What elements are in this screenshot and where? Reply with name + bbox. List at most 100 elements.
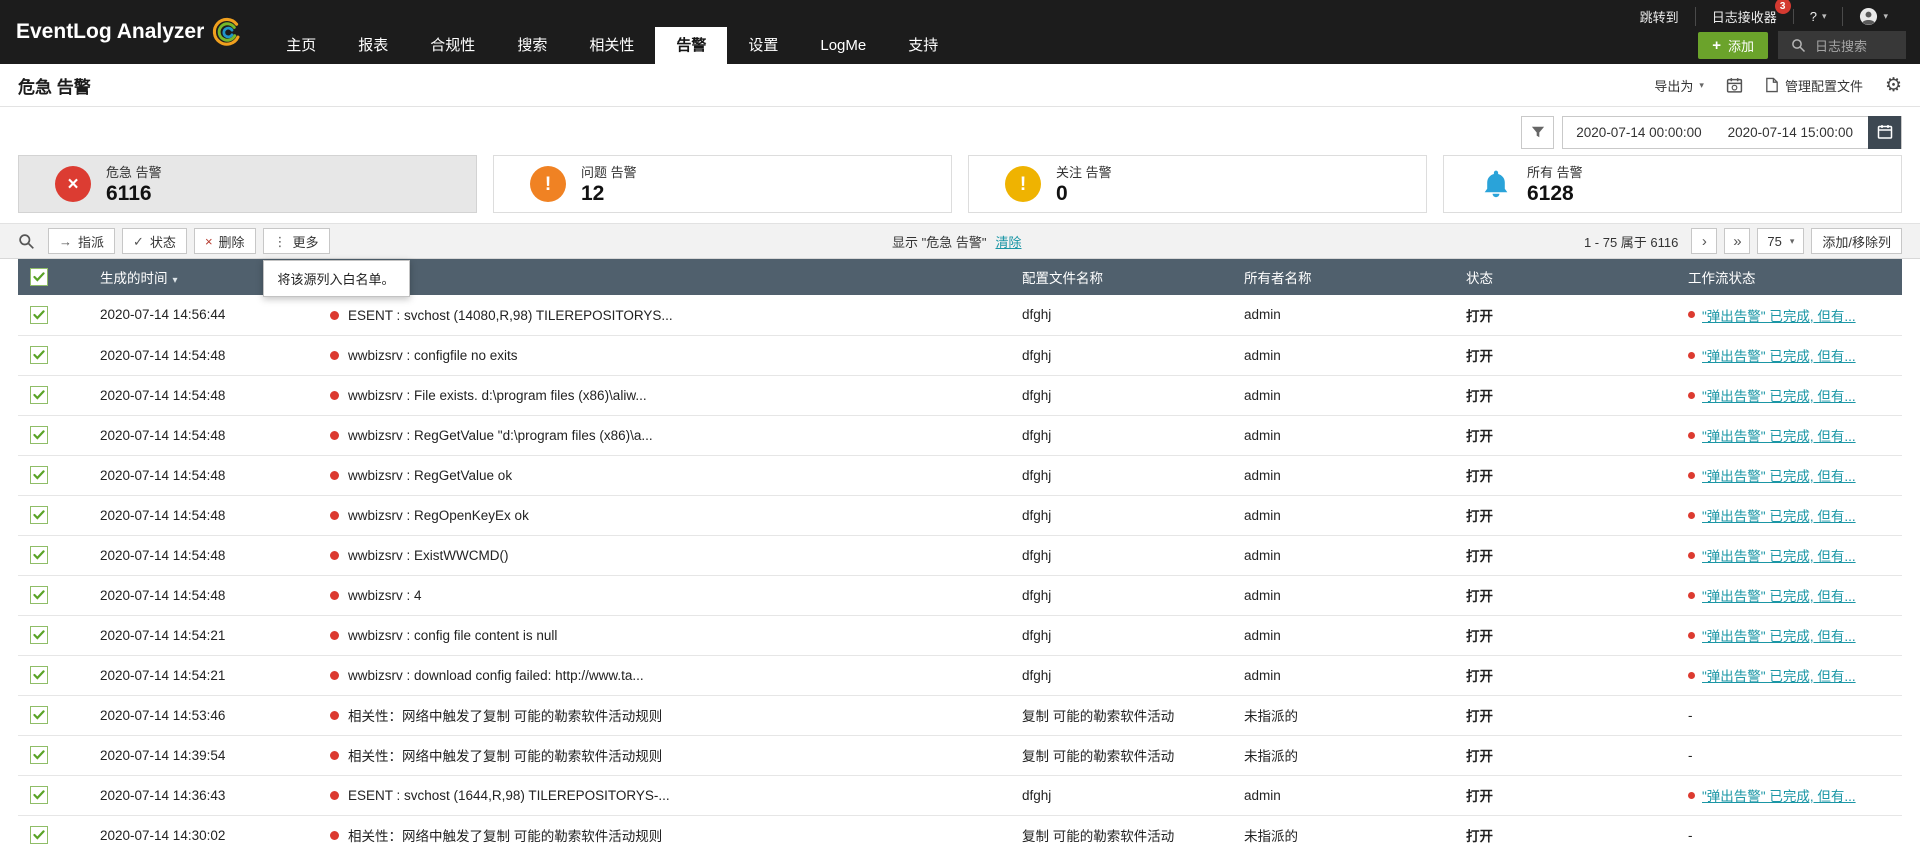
row-checkbox[interactable] [30,746,48,764]
row-checkbox[interactable] [30,346,48,364]
workflow-link[interactable]: "弹出告警" 已完成, 但有... [1702,469,1856,484]
check-icon [33,710,45,720]
workflow-link[interactable]: "弹出告警" 已完成, 但有... [1702,669,1856,684]
date-to-value[interactable]: 2020-07-14 15:00:00 [1715,125,1866,140]
table-row[interactable]: 2020-07-14 14:54:48 wwbizsrv : 4 dfghj a… [18,575,1902,615]
card-label: 关注 告警 [1056,162,1112,181]
card-label: 所有 告警 [1527,162,1583,181]
nav-tab-settings[interactable]: 设置 [727,27,799,64]
table-search-button[interactable] [18,233,35,250]
person-icon [1859,7,1878,26]
table-row[interactable]: 2020-07-14 14:56:44 ESENT : svchost (140… [18,295,1902,335]
table-row[interactable]: 2020-07-14 14:54:48 wwbizsrv : RegGetVal… [18,455,1902,495]
workflow-link[interactable]: "弹出告警" 已完成, 但有... [1702,349,1856,364]
nav-tab-search[interactable]: 搜索 [496,27,568,64]
row-owner: admin [1236,775,1458,815]
alerts-toolbar: → 指派 ✓ 状态 × 删除 ⋮ 更多 将该源列入白名单。 显示 "危急 告警"… [0,223,1920,259]
row-checkbox[interactable] [30,786,48,804]
table-row[interactable]: 2020-07-14 14:36:43 ESENT : svchost (164… [18,775,1902,815]
table-row[interactable]: 2020-07-14 14:54:21 wwbizsrv : download … [18,655,1902,695]
whitelist-source-menu-item[interactable]: 将该源列入白名单。 [264,261,409,296]
row-time: 2020-07-14 14:54:21 [92,615,322,655]
help-menu[interactable]: ?▾ [1793,9,1843,24]
table-row[interactable]: 2020-07-14 14:30:02 相关性：网络中触发了复制 可能的勒索软件… [18,815,1902,854]
log-search-box[interactable]: 日志搜索 [1778,31,1906,59]
workflow-link[interactable]: "弹出告警" 已完成, 但有... [1702,629,1856,644]
row-owner: admin [1236,655,1458,695]
next-page-button[interactable]: › [1691,228,1717,254]
document-icon [1765,77,1779,93]
more-button[interactable]: ⋮ 更多 [263,228,330,254]
date-range-picker: 2020-07-14 00:00:00 2020-07-14 15:00:00 [1562,116,1902,149]
assign-button[interactable]: → 指派 [48,228,115,254]
row-message: ESENT : svchost (1644,R,98) TILEREPOSITO… [348,788,670,803]
table-row[interactable]: 2020-07-14 14:54:48 wwbizsrv : RegGetVal… [18,415,1902,455]
nav-tab-logme[interactable]: LogMe [799,27,887,64]
last-page-button[interactable]: » [1724,228,1750,254]
jump-to-link[interactable]: 跳转到 [1624,7,1695,26]
date-from-value[interactable]: 2020-07-14 00:00:00 [1563,125,1714,140]
log-receiver-link[interactable]: 日志接收器 3 [1695,7,1793,26]
card-attention-alerts[interactable]: ! 关注 告警 0 [968,155,1427,213]
clear-filter-link[interactable]: 清除 [995,232,1021,251]
page-settings-button[interactable]: ⚙ [1885,76,1902,95]
main-nav: 主页报表合规性搜索相关性告警设置LogMe支持 [265,27,959,64]
add-remove-columns-button[interactable]: 添加/移除列 [1811,228,1902,254]
table-row[interactable]: 2020-07-14 14:54:48 wwbizsrv : configfil… [18,335,1902,375]
row-checkbox[interactable] [30,586,48,604]
nav-tab-compliance[interactable]: 合规性 [409,27,496,64]
workflow-link[interactable]: "弹出告警" 已完成, 但有... [1702,589,1856,604]
status-button[interactable]: ✓ 状态 [122,228,187,254]
workflow-link[interactable]: "弹出告警" 已完成, 但有... [1702,389,1856,404]
workflow-link[interactable]: "弹出告警" 已完成, 但有... [1702,429,1856,444]
card-trouble-alerts[interactable]: ! 问题 告警 12 [493,155,952,213]
workflow-link[interactable]: "弹出告警" 已完成, 但有... [1702,549,1856,564]
nav-tab-home[interactable]: 主页 [265,27,337,64]
table-row[interactable]: 2020-07-14 14:54:48 wwbizsrv : RegOpenKe… [18,495,1902,535]
nav-tab-alerts[interactable]: 告警 [655,27,727,64]
topbar: EventLog Analyzer 跳转到 日志接收器 3 ?▾ ▾ [0,0,1920,64]
row-checkbox[interactable] [30,306,48,324]
workflow-link[interactable]: "弹出告警" 已完成, 但有... [1702,789,1856,804]
row-checkbox[interactable] [30,386,48,404]
select-all-checkbox[interactable] [30,268,48,286]
manage-profiles-button[interactable]: 管理配置文件 [1765,76,1863,95]
row-checkbox[interactable] [30,826,48,844]
workflow-cell: "弹出告警" 已完成, 但有... [1680,615,1902,655]
card-critical-alerts[interactable]: × 危急 告警 6116 [18,155,477,213]
row-checkbox[interactable] [30,666,48,684]
nav-tab-correlation[interactable]: 相关性 [568,27,655,64]
nav-tab-reports[interactable]: 报表 [337,27,409,64]
severity-dot-icon [330,431,339,440]
schedule-report-button[interactable] [1726,77,1743,94]
row-checkbox[interactable] [30,626,48,644]
table-row[interactable]: 2020-07-14 14:53:46 相关性：网络中触发了复制 可能的勒索软件… [18,695,1902,735]
card-all-alerts[interactable]: 所有 告警 6128 [1443,155,1902,213]
severity-dot-icon [330,391,339,400]
page-title: 危急 告警 [18,73,91,98]
row-time: 2020-07-14 14:54:48 [92,415,322,455]
workflow-link[interactable]: "弹出告警" 已完成, 但有... [1702,509,1856,524]
workflow-dot-icon [1688,352,1695,359]
row-checkbox[interactable] [30,546,48,564]
row-checkbox[interactable] [30,506,48,524]
table-row[interactable]: 2020-07-14 14:39:54 相关性：网络中触发了复制 可能的勒索软件… [18,735,1902,775]
table-row[interactable]: 2020-07-14 14:54:48 wwbizsrv : ExistWWCM… [18,535,1902,575]
table-row[interactable]: 2020-07-14 14:54:48 wwbizsrv : File exis… [18,375,1902,415]
row-checkbox[interactable] [30,466,48,484]
severity-dot-icon [330,591,339,600]
page-size-select[interactable]: 75 ▾ [1757,228,1804,254]
user-menu[interactable]: ▾ [1842,7,1904,26]
row-checkbox[interactable] [30,426,48,444]
row-owner: 未指派的 [1236,695,1458,735]
filter-button[interactable] [1521,116,1554,149]
calendar-button[interactable] [1868,116,1901,149]
row-checkbox[interactable] [30,706,48,724]
workflow-link[interactable]: "弹出告警" 已完成, 但有... [1702,309,1856,324]
export-as-menu[interactable]: 导出为 ▾ [1654,76,1704,95]
add-button[interactable]: + 添加 [1698,32,1768,59]
delete-button[interactable]: × 删除 [194,228,256,254]
nav-tab-support[interactable]: 支持 [887,27,959,64]
app-logo[interactable]: EventLog Analyzer [0,0,265,64]
table-row[interactable]: 2020-07-14 14:54:21 wwbizsrv : config fi… [18,615,1902,655]
